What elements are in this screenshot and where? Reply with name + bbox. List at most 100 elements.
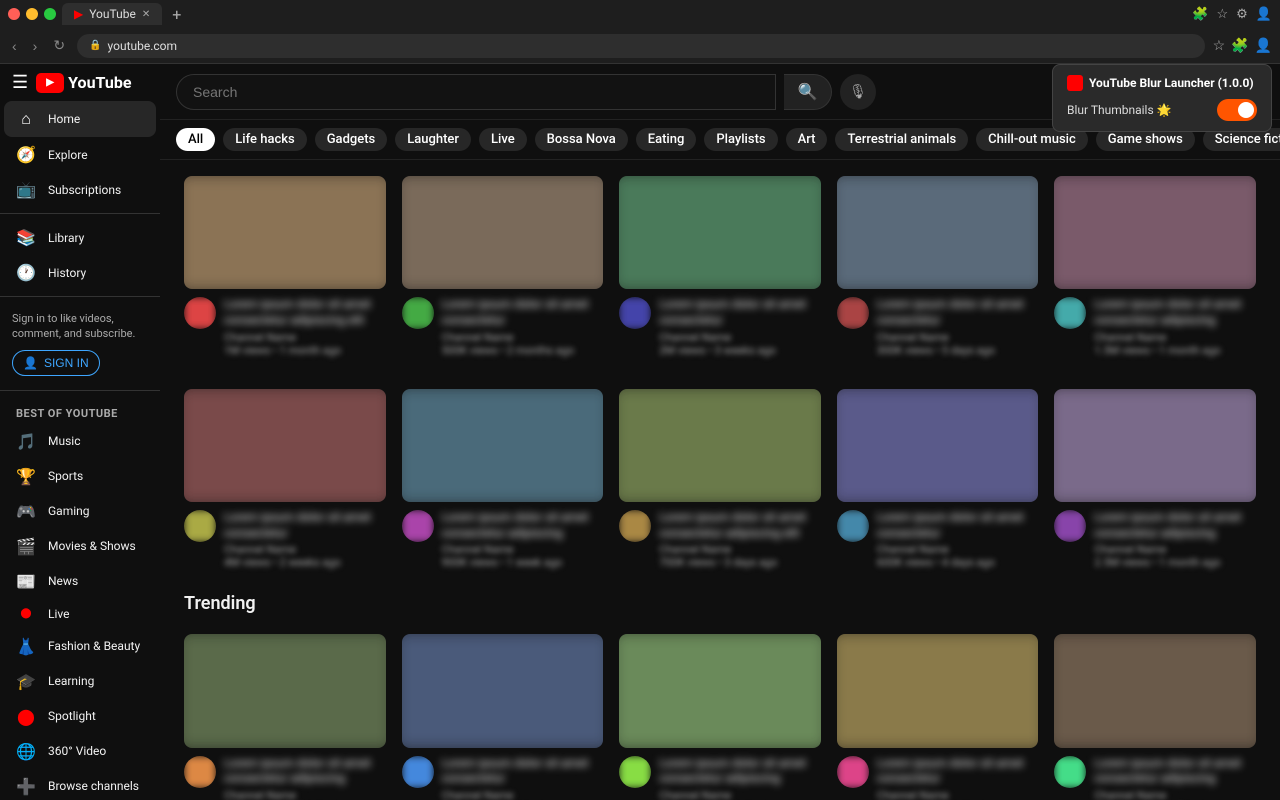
chip-playlists[interactable]: Playlists: [704, 128, 777, 151]
sidebar-item-browse-channels[interactable]: ➕ Browse channels: [4, 769, 156, 800]
mic-button[interactable]: 🎙: [840, 74, 876, 110]
close-button[interactable]: [8, 8, 20, 20]
movies-icon: 🎬: [16, 537, 36, 556]
video-card[interactable]: Lorem ipsum dolor sit amet consectetur a…: [611, 626, 829, 800]
maximize-button[interactable]: [44, 8, 56, 20]
profile-icon[interactable]: 👤: [1256, 7, 1272, 22]
chip-eating[interactable]: Eating: [636, 128, 697, 151]
video-card[interactable]: Lorem ipsum dolor sit amet consectetur C…: [829, 168, 1047, 365]
forward-button[interactable]: ›: [29, 36, 42, 56]
sidebar-item-subscriptions[interactable]: 📺 Subscriptions: [4, 172, 156, 207]
sidebar-item-explore[interactable]: 🧭 Explore: [4, 137, 156, 172]
search-button[interactable]: 🔍: [784, 74, 832, 110]
video-card[interactable]: Lorem ipsum dolor sit amet consectetur a…: [1046, 626, 1264, 800]
video-card[interactable]: Lorem ipsum dolor sit amet consectetur C…: [394, 168, 612, 365]
sidebar-item-history[interactable]: 🕐 History: [4, 255, 156, 290]
history-icon: 🕐: [16, 263, 36, 282]
sidebar-item-live[interactable]: ⬤ Live: [4, 599, 156, 629]
video-card[interactable]: Lorem ipsum dolor sit amet consectetur C…: [176, 381, 394, 578]
sidebar-divider: [0, 213, 160, 214]
chip-terrestrial[interactable]: Terrestrial animals: [835, 128, 968, 151]
thumbnail-image: [402, 176, 604, 289]
video-title: Lorem ipsum dolor sit amet consectetur a…: [1094, 297, 1256, 328]
star-icon[interactable]: ☆: [1217, 7, 1229, 22]
extension-icon[interactable]: 🧩: [1231, 38, 1248, 54]
sign-in-button[interactable]: 👤 SIGN IN: [12, 350, 100, 376]
sidebar-item-movies[interactable]: 🎬 Movies & Shows: [4, 529, 156, 564]
thumbnail-image: [619, 176, 821, 289]
chip-all[interactable]: All: [176, 128, 215, 151]
sidebar-item-music[interactable]: 🎵 Music: [4, 424, 156, 459]
sidebar-item-label: Learning: [48, 674, 94, 688]
video-channel: Channel Name: [1094, 331, 1256, 344]
sidebar-item-library[interactable]: 📚 Library: [4, 220, 156, 255]
blur-thumbnails-toggle[interactable]: [1217, 99, 1257, 121]
video-info: Lorem ipsum dolor sit amet consectetur C…: [877, 756, 1039, 800]
chip-lifehacks[interactable]: Life hacks: [223, 128, 306, 151]
tab-close-icon[interactable]: ✕: [142, 9, 150, 20]
sign-in-section: Sign in to like videos, comment, and sub…: [0, 303, 160, 384]
new-tab-button[interactable]: +: [172, 5, 181, 24]
sidebar-item-label: Library: [48, 231, 84, 245]
video-card[interactable]: Lorem ipsum dolor sit amet consectetur a…: [176, 168, 394, 365]
sidebar-divider2: [0, 296, 160, 297]
video-card[interactable]: Lorem ipsum dolor sit amet consectetur C…: [829, 626, 1047, 800]
bookmark-icon[interactable]: ☆: [1213, 38, 1226, 54]
avatar-image: [1054, 756, 1086, 788]
channel-avatar: [837, 297, 869, 329]
video-meta: Lorem ipsum dolor sit amet consectetur C…: [402, 297, 604, 356]
sidebar-item-home[interactable]: ⌂ Home: [4, 101, 156, 137]
sidebar-item-learning[interactable]: 🎓 Learning: [4, 664, 156, 699]
video-card[interactable]: Lorem ipsum dolor sit amet consectetur a…: [1046, 381, 1264, 578]
video-card[interactable]: Lorem ipsum dolor sit amet consectetur C…: [611, 168, 829, 365]
sidebar-item-news[interactable]: 📰 News: [4, 564, 156, 599]
chip-gadgets[interactable]: Gadgets: [315, 128, 388, 151]
sidebar-item-fashion[interactable]: 👗 Fashion & Beauty: [4, 629, 156, 664]
video-meta: Lorem ipsum dolor sit amet consectetur a…: [184, 756, 386, 800]
search-input[interactable]: [177, 84, 775, 100]
thumbnail-image: [837, 634, 1039, 747]
refresh-button[interactable]: ↻: [49, 35, 69, 56]
sidebar-item-360video[interactable]: 🌐 360° Video: [4, 734, 156, 769]
browse-channels-icon: ➕: [16, 777, 36, 796]
yt-logo[interactable]: YouTube: [36, 73, 131, 93]
settings-icon[interactable]: ⚙: [1236, 7, 1248, 22]
thumbnail-image: [1054, 389, 1256, 502]
back-button[interactable]: ‹: [8, 36, 21, 56]
titlebar: ▶ YouTube ✕ + 🧩 ☆ ⚙ 👤: [0, 0, 1280, 28]
chip-laughter[interactable]: Laughter: [395, 128, 471, 151]
chip-bossa-nova[interactable]: Bossa Nova: [535, 128, 628, 151]
video-thumbnail: [837, 389, 1039, 502]
video-channel: Channel Name: [877, 331, 1039, 344]
ext-toggle-label: Blur Thumbnails 🌟: [1067, 103, 1172, 117]
chip-live[interactable]: Live: [479, 128, 527, 151]
sidebar-item-spotlight[interactable]: ⬤ Spotlight: [4, 699, 156, 734]
video-card[interactable]: Lorem ipsum dolor sit amet consectetur a…: [394, 381, 612, 578]
profile-icon2[interactable]: 👤: [1255, 38, 1272, 54]
sidebar-item-sports[interactable]: 🏆 Sports: [4, 459, 156, 494]
video-card[interactable]: Lorem ipsum dolor sit amet consectetur a…: [176, 626, 394, 800]
video-channel: Channel Name: [224, 331, 386, 344]
minimize-button[interactable]: [26, 8, 38, 20]
video-card[interactable]: Lorem ipsum dolor sit amet consectetur C…: [394, 626, 612, 800]
video-card[interactable]: Lorem ipsum dolor sit amet consectetur a…: [1046, 168, 1264, 365]
url-bar[interactable]: 🔒 youtube.com: [77, 34, 1204, 58]
video-card[interactable]: Lorem ipsum dolor sit amet consectetur C…: [829, 381, 1047, 578]
video-info: Lorem ipsum dolor sit amet consectetur C…: [442, 756, 604, 800]
chip-art[interactable]: Art: [786, 128, 828, 151]
video-channel: Channel Name: [224, 789, 386, 800]
tab-favicon: ▶: [74, 7, 83, 21]
fashion-icon: 👗: [16, 637, 36, 656]
learning-icon: 🎓: [16, 672, 36, 691]
browser-tab[interactable]: ▶ YouTube ✕: [62, 3, 162, 25]
video-thumbnail: [184, 389, 386, 502]
extensions-icon[interactable]: 🧩: [1192, 7, 1208, 22]
video-card[interactable]: Lorem ipsum dolor sit amet consectetur a…: [611, 381, 829, 578]
thumbnail-image: [184, 389, 386, 502]
news-icon: 📰: [16, 572, 36, 591]
avatar-image: [184, 510, 216, 542]
sidebar-item-gaming[interactable]: 🎮 Gaming: [4, 494, 156, 529]
music-icon: 🎵: [16, 432, 36, 451]
video-info: Lorem ipsum dolor sit amet consectetur a…: [659, 756, 821, 800]
menu-icon[interactable]: ☰: [12, 72, 28, 93]
